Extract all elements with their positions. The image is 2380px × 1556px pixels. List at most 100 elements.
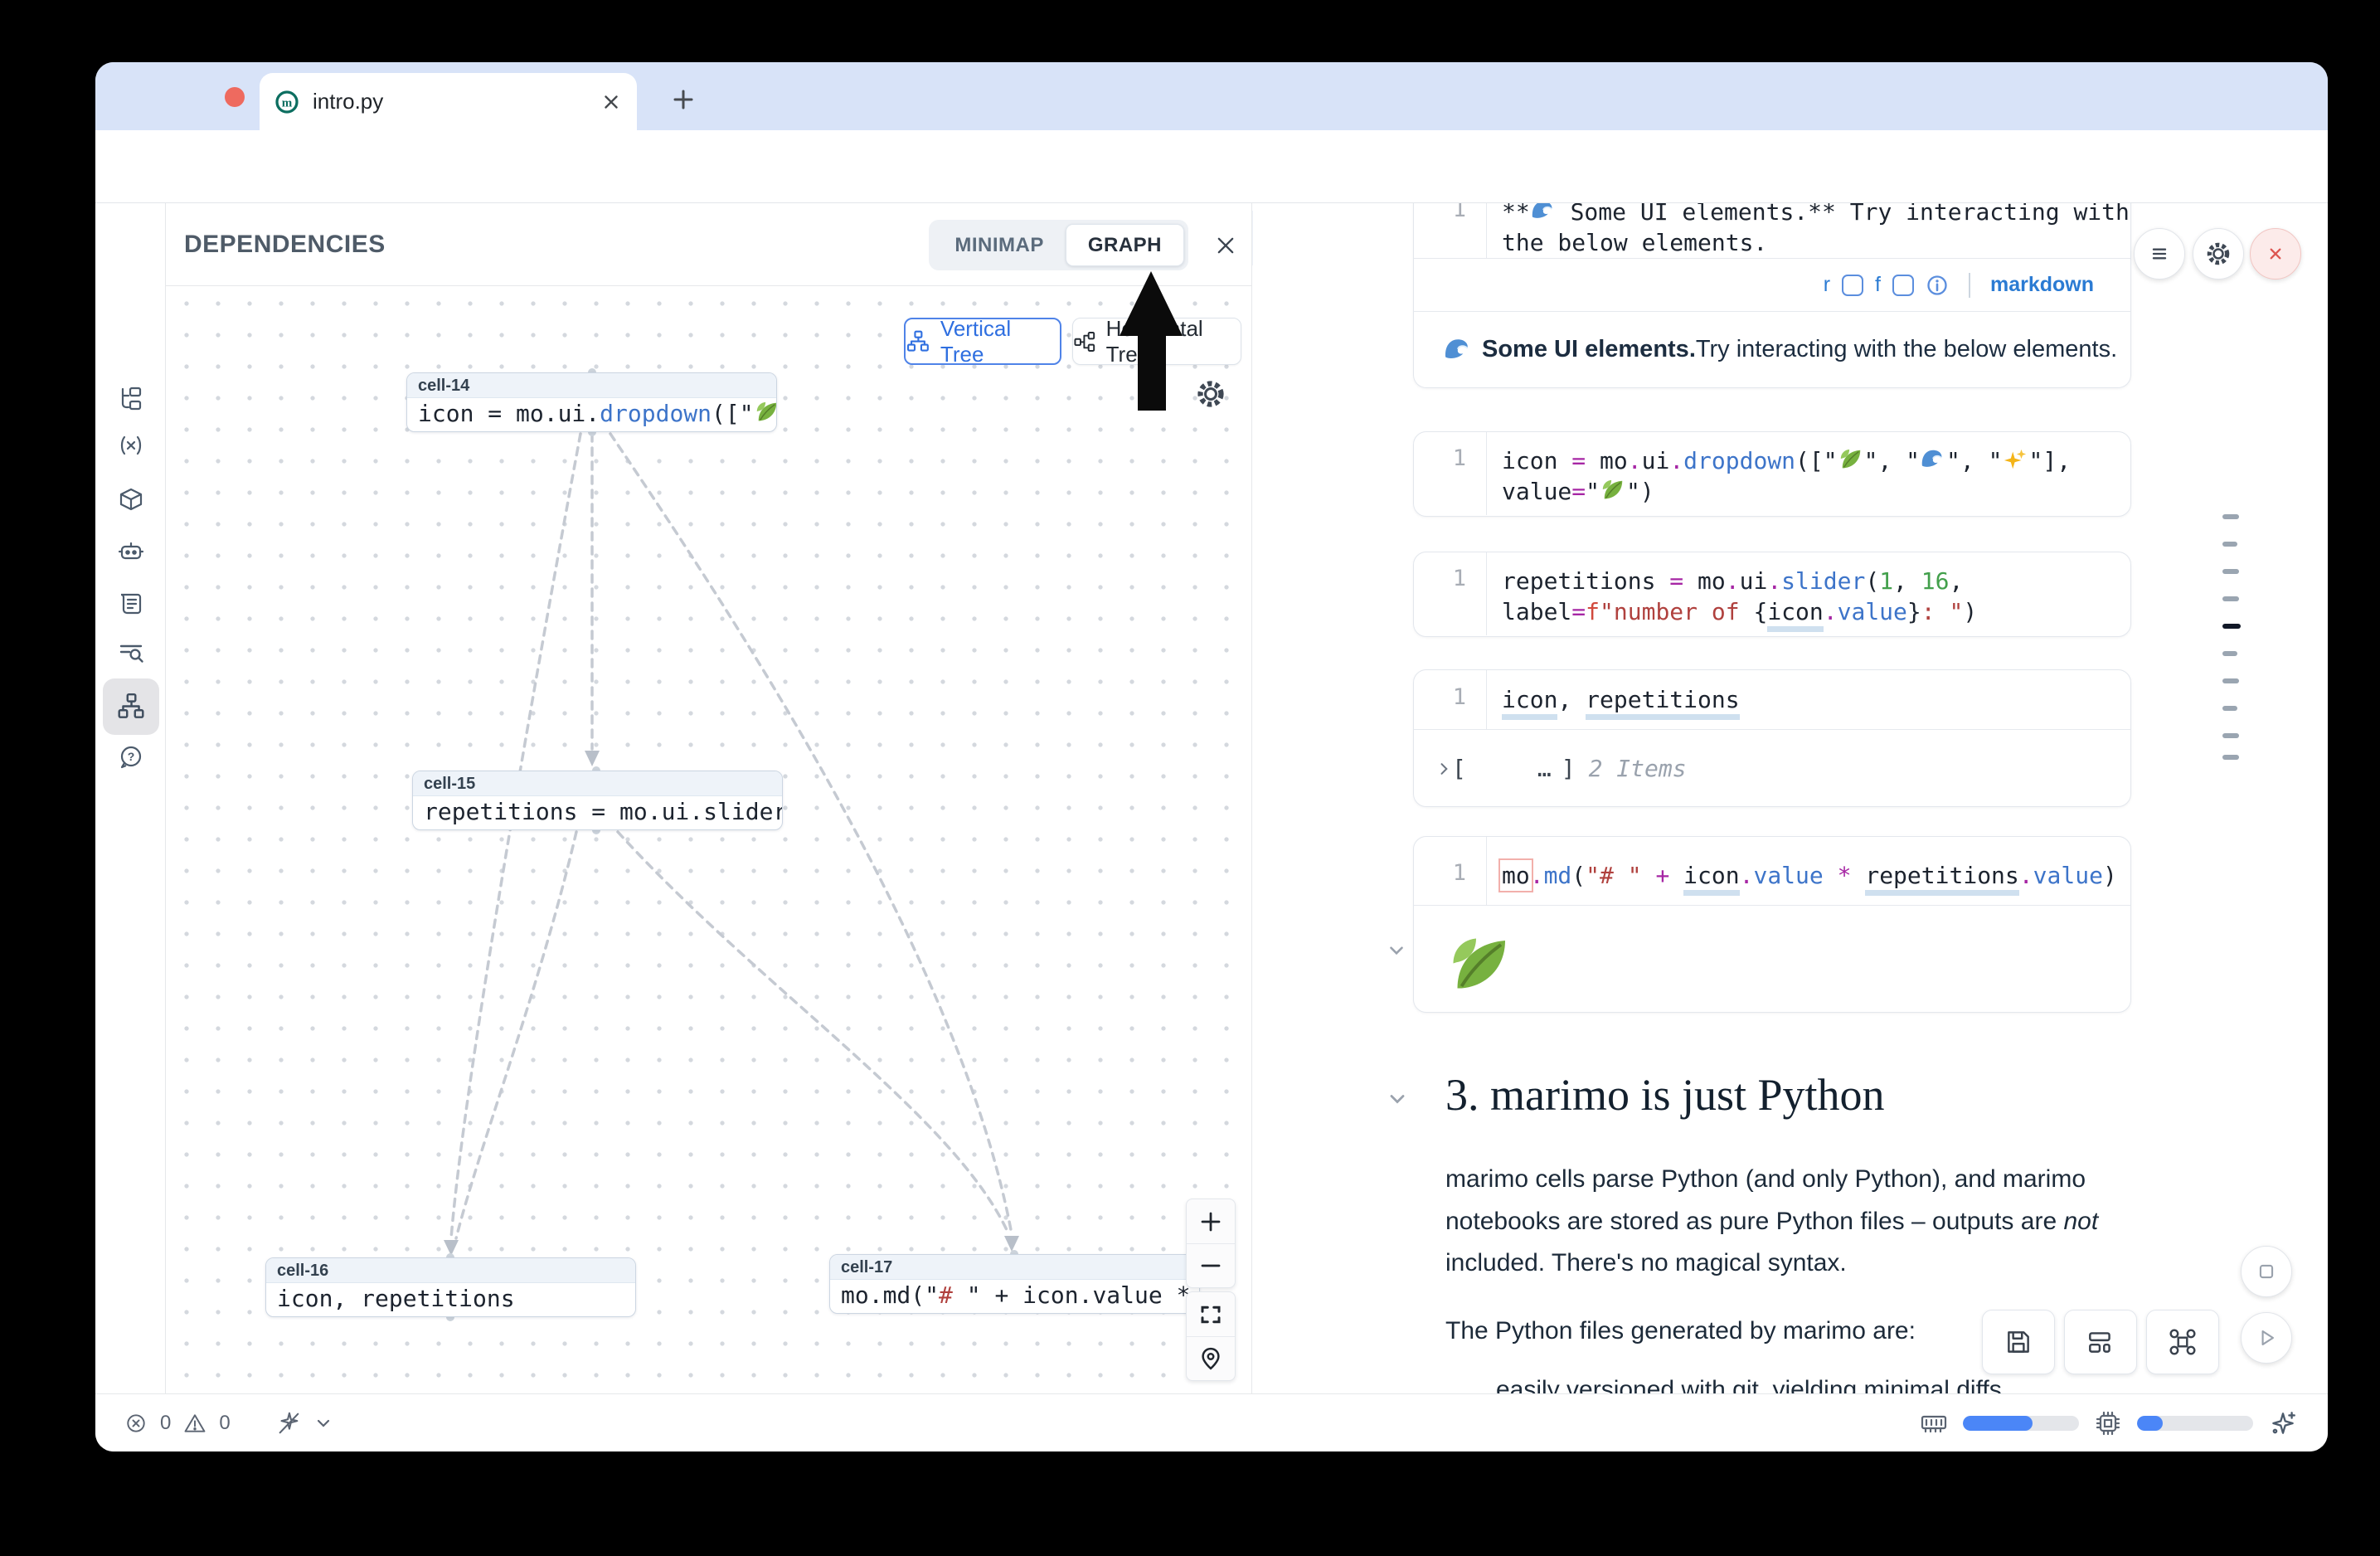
paragraph-line: included. There's no magical syntax. — [1445, 1249, 1847, 1277]
save-icon — [2004, 1327, 2033, 1357]
expand-chevron-icon[interactable] — [1435, 761, 1452, 777]
sidebar-item-dependencies[interactable] — [103, 678, 159, 735]
bracket-close: ] — [1562, 755, 1576, 782]
dependencies-graph-icon — [116, 692, 146, 722]
graph-settings-button[interactable] — [1194, 377, 1227, 411]
vertical-tree-icon — [906, 329, 930, 354]
panel-close-button[interactable] — [1212, 231, 1240, 260]
code-editor[interactable]: icon, repetitions — [1502, 670, 2130, 715]
sidebar-item-file-tree[interactable] — [103, 375, 159, 425]
checkbox-icon[interactable] — [1892, 275, 1914, 296]
hamburger-icon — [2147, 241, 2172, 266]
code-editor[interactable]: mo.md("# " + icon.value * repetitions.va… — [1502, 837, 2130, 891]
stop-button[interactable] — [2241, 1246, 2292, 1297]
node-title: cell-15 — [413, 771, 782, 796]
zoom-in-button[interactable] — [1187, 1199, 1235, 1243]
node-title: cell-17 — [830, 1255, 1199, 1280]
slider-code-cell[interactable]: 1 repetitions = mo.ui.slider(1, 16,label… — [1413, 552, 2131, 637]
graph-node-cell-14[interactable]: cell-14 icon = mo.ui.dropdown(["", "", "… — [406, 372, 777, 432]
gutter: 1 — [1414, 203, 1487, 258]
window-close-button[interactable] — [225, 87, 245, 107]
keyboard-shortcuts-button[interactable] — [2146, 1310, 2219, 1374]
chevron-down-icon — [1386, 1087, 1409, 1111]
paragraph-line: notebooks are stored as pure Python file… — [1445, 1208, 2098, 1236]
node-title: cell-16 — [266, 1258, 635, 1283]
browser-toolbar: localhost:2718 Guest — [95, 130, 2328, 203]
code-editor[interactable]: repetitions = mo.ui.slider(1, 16,label=f… — [1502, 552, 2130, 627]
tab-close-icon[interactable] — [600, 91, 622, 113]
graph-node-cell-16[interactable]: cell-16 icon, repetitions — [265, 1257, 636, 1317]
cpu-usage-bar — [2137, 1416, 2253, 1431]
tab-graph[interactable]: GRAPH — [1066, 224, 1184, 266]
paragraph-italic: not — [2063, 1208, 2098, 1235]
sidebar-item-packages[interactable] — [103, 475, 159, 525]
shutdown-button[interactable] — [2250, 228, 2301, 280]
gear-icon — [1194, 377, 1227, 411]
code-editor[interactable]: ** Some UI elements.** Try interacting w… — [1502, 203, 2130, 258]
mdexpr-code-cell[interactable]: 1 mo.md("# " + icon.value * repetitions.… — [1413, 836, 2131, 1013]
dependency-graph-canvas[interactable]: cell-14 icon = mo.ui.dropdown(["", "", "… — [166, 286, 1251, 1393]
horizontal-tree-icon — [1073, 329, 1096, 354]
line-number: 1 — [1453, 566, 1466, 591]
locate-node-button[interactable] — [1187, 1336, 1235, 1380]
browser-tab-strip: m intro.py — [95, 62, 2328, 130]
fit-view-button[interactable] — [1187, 1292, 1235, 1336]
bracket-open: [ — [1452, 755, 1466, 782]
notebook-settings-button[interactable] — [2193, 228, 2244, 280]
run-button[interactable] — [2241, 1312, 2292, 1364]
view-controls — [1186, 1291, 1236, 1381]
svg-text:?: ? — [128, 750, 135, 763]
browser-tab[interactable]: m intro.py — [260, 73, 637, 130]
marimo-favicon-icon: m — [274, 90, 299, 114]
markdown-cell[interactable]: 1 ** Some UI elements.** Try interacting… — [1413, 203, 2131, 388]
sidebar-item-logs[interactable] — [103, 580, 159, 630]
help-icon: ? — [117, 743, 145, 771]
warning-count: 0 — [219, 1412, 230, 1435]
browser-window: m intro.py — [95, 62, 2328, 1451]
sidebar-item-robot[interactable] — [103, 527, 159, 576]
memory-usage-icon[interactable] — [1920, 1409, 1948, 1437]
tab-minimap[interactable]: MINIMAP — [933, 224, 1066, 266]
checkbox-icon[interactable] — [1842, 275, 1863, 296]
output-collapse-button[interactable] — [1386, 940, 1407, 961]
search-list-icon — [117, 639, 145, 667]
close-x-icon — [2263, 241, 2288, 266]
ai-assist-icon[interactable] — [2268, 1408, 2298, 1438]
notebook-menu-button[interactable] — [2134, 228, 2185, 280]
layout-button[interactable] — [2064, 1310, 2137, 1374]
warnings-icon[interactable] — [182, 1411, 207, 1436]
vertical-tree-button[interactable]: Vertical Tree — [904, 318, 1061, 365]
code-editor[interactable]: icon = mo.ui.dropdown(["", "", ""],value… — [1502, 432, 2130, 507]
output-text: Try interacting with the below elements. — [1696, 336, 2117, 363]
node-code: icon = mo.ui.dropdown(["", "", ""], valu… — [407, 398, 776, 431]
ai-disabled-icon[interactable] — [275, 1410, 302, 1437]
sidebar-item-variables[interactable] — [103, 421, 159, 471]
command-icon — [2168, 1327, 2198, 1357]
annotation-arrow — [1114, 270, 1188, 412]
new-tab-button[interactable] — [664, 80, 702, 119]
line-number: 1 — [1453, 684, 1466, 710]
sidebar-item-help[interactable]: ? — [103, 732, 159, 782]
collapsed-list-output[interactable]: [ … ] 2 Items — [1414, 730, 2130, 807]
zoom-out-button[interactable] — [1187, 1243, 1235, 1287]
output-bold-text: Some UI elements. — [1482, 336, 1696, 363]
section-collapse-button[interactable] — [1386, 1087, 1409, 1111]
graph-node-cell-17[interactable]: cell-17 mo.md("# " + icon.value * repeti… — [829, 1254, 1200, 1314]
toolbar-separator — [1969, 273, 1970, 298]
leaf-emoji-icon — [1447, 932, 1513, 999]
language-badge[interactable]: markdown — [1990, 273, 2094, 297]
line-number: 1 — [1453, 203, 1466, 222]
package-cube-icon — [117, 486, 145, 514]
dropdown-code-cell[interactable]: 1 icon = mo.ui.dropdown(["", "", ""],val… — [1413, 431, 2131, 517]
tuple-code-cell[interactable]: 1 icon, repetitions [ … ] 2 Items — [1413, 669, 2131, 807]
items-count-label: 2 Items — [1589, 755, 1687, 782]
graph-node-cell-15[interactable]: cell-15 repetitions = mo.ui.slider(1, 16… — [412, 771, 783, 830]
sidebar-item-snippets[interactable] — [103, 628, 159, 678]
errors-icon[interactable] — [124, 1411, 148, 1436]
chevron-down-icon[interactable] — [313, 1413, 333, 1433]
wave-emoji-icon — [1444, 336, 1472, 364]
cpu-usage-icon[interactable] — [2094, 1409, 2122, 1437]
info-icon[interactable] — [1926, 274, 1949, 297]
chevron-down-icon — [1386, 940, 1407, 961]
save-button[interactable] — [1982, 1310, 2055, 1374]
